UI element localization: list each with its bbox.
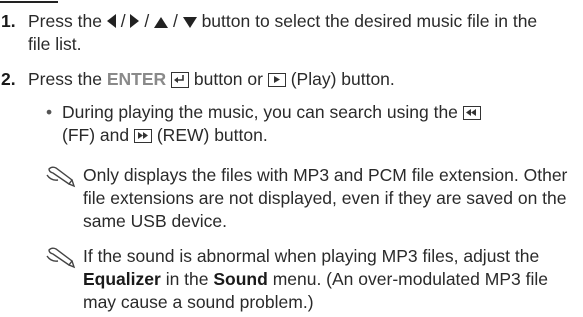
note-pencil-icon [46, 166, 76, 188]
step-2: 2. Press the ENTER button or (Play) butt… [0, 68, 560, 91]
step-number: 1. [1, 11, 16, 31]
note-1: Only displays the files with MP3 and PCM… [46, 164, 576, 233]
sep: / [120, 11, 126, 31]
note-in-the: in the [165, 269, 209, 289]
right-arrow-icon [130, 14, 140, 28]
step-text: Press the ENTER button or (Play) button. [28, 68, 560, 91]
step-1: 1. Press the / / / button to select the … [0, 10, 560, 56]
note-text: If the sound is abnormal when playing MP… [83, 245, 576, 314]
bullet-text-a: During playing the music, you can search… [62, 102, 458, 122]
step-text-pre: Press the [28, 11, 102, 31]
step-text-post: button to select the desired music file … [28, 11, 538, 54]
bullet-item: • During playing the music, you can sear… [46, 101, 566, 147]
left-arrow-icon [106, 14, 116, 28]
note-text-pre: If the sound is abnormal when playing MP… [83, 246, 540, 266]
bullet-dot: • [46, 102, 53, 122]
rew-label: (REW) button. [156, 125, 268, 145]
equalizer-term: Equalizer [83, 269, 161, 289]
note-text: Only displays the files with MP3 and PCM… [83, 165, 568, 231]
fast-forward-icon [133, 129, 152, 143]
down-arrow-icon [182, 17, 197, 28]
play-icon [267, 73, 286, 87]
note-pencil-icon [46, 247, 76, 269]
bullet-text: During playing the music, you can search… [62, 101, 566, 147]
up-arrow-icon [154, 17, 169, 28]
sep: / [144, 11, 150, 31]
enter-label: ENTER [106, 69, 167, 89]
sep: / [172, 11, 178, 31]
enter-icon [171, 72, 189, 88]
ff-label: (FF) and [62, 125, 130, 145]
step-text: Press the / / / button to select the des… [28, 10, 560, 56]
step-text-pre: Press the [28, 69, 102, 89]
sound-term: Sound [213, 269, 268, 289]
play-label: (Play) button. [290, 69, 395, 89]
rewind-icon [462, 106, 481, 120]
note-2: If the sound is abnormal when playing MP… [46, 245, 576, 314]
top-rule [0, 1, 58, 3]
or-text: button or [193, 69, 263, 89]
step-number: 2. [1, 69, 16, 89]
